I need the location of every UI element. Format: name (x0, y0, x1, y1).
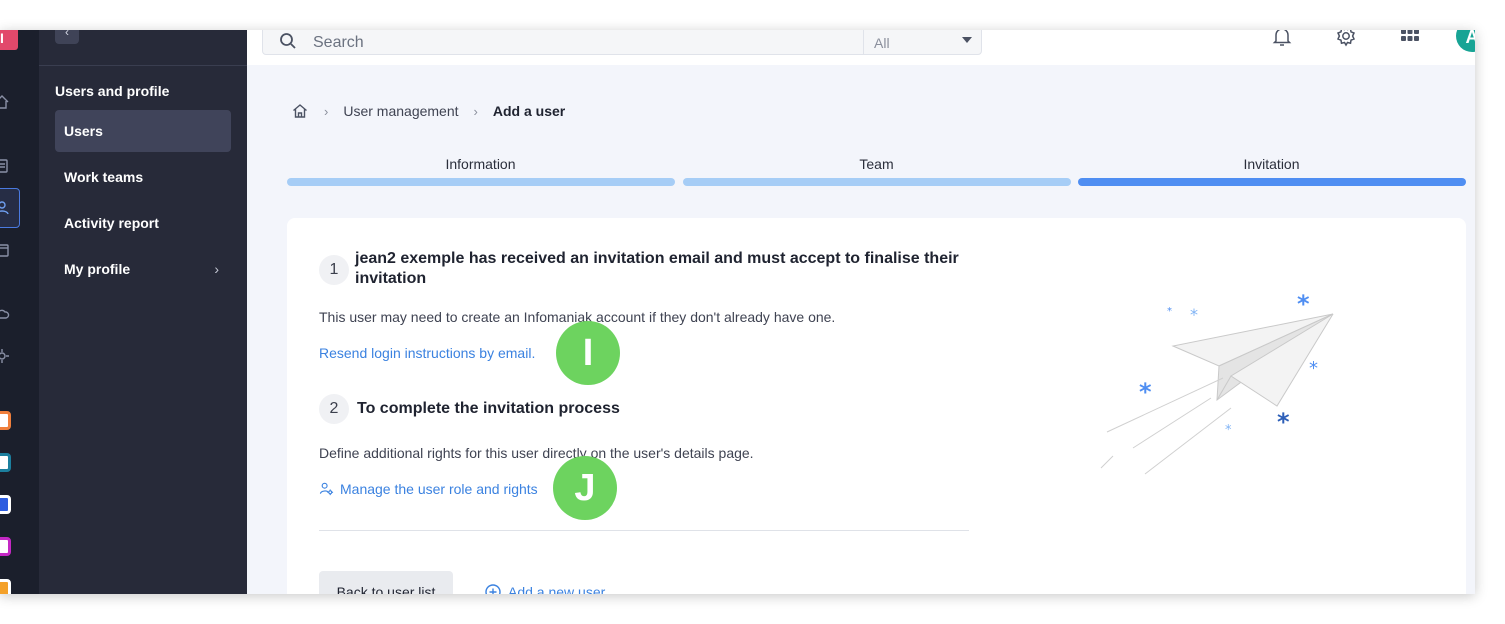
app-icon-teal[interactable] (0, 453, 11, 472)
top-header: Search All A (247, 30, 1475, 65)
bell-icon[interactable] (1270, 30, 1294, 48)
tools-icon[interactable] (0, 348, 10, 364)
step-number-2: 2 (319, 394, 349, 424)
step-progress-team (683, 178, 1071, 186)
svg-text:*: * (1297, 290, 1310, 318)
app-icon-orange[interactable] (0, 411, 11, 430)
home-icon[interactable] (291, 102, 309, 120)
back-to-user-list-button[interactable]: Back to user list (319, 571, 453, 594)
caret-down-icon (962, 37, 972, 43)
step2-title: To complete the invitation process (357, 400, 620, 417)
resend-instructions-link[interactable]: Resend login instructions by email. (319, 345, 535, 361)
svg-text:*: * (1167, 306, 1172, 317)
svg-text:*: * (1225, 423, 1232, 438)
add-new-user-label: Add a new user (508, 584, 606, 594)
calendar-icon[interactable] (0, 242, 10, 258)
sidebar-item-label: My profile (64, 261, 131, 277)
step-progress-invitation (1078, 178, 1466, 186)
svg-text:*: * (1139, 378, 1152, 406)
brand-logo[interactable]: I (0, 30, 18, 50)
annotation-badge-j: J (553, 456, 617, 520)
manage-role-rights-label: Manage the user role and rights (340, 481, 538, 497)
step-invitation: Invitation (1243, 156, 1300, 172)
step1-title-line1: jean2 exemple has received an invitation… (355, 250, 959, 267)
breadcrumb: › User management › Add a user (291, 101, 565, 121)
card-divider (319, 530, 969, 531)
search-input[interactable]: Search (313, 34, 364, 52)
breadcrumb-separator: › (324, 103, 329, 119)
breadcrumb-user-management[interactable]: User management (343, 103, 458, 119)
sidebar-item-work-teams[interactable]: Work teams (55, 156, 231, 198)
home-icon[interactable] (0, 94, 10, 110)
user-avatar[interactable]: A (1456, 30, 1475, 52)
chevron-right-icon: › (214, 261, 219, 277)
collapse-sidebar-button[interactable]: ‹ (55, 30, 79, 44)
cloud-icon[interactable] (0, 306, 10, 322)
step1-title-line2: invitation (355, 270, 427, 287)
sidebar-item-users[interactable]: Users (55, 110, 231, 152)
breadcrumb-separator: › (473, 103, 478, 119)
annotation-badge-i: I (556, 321, 620, 385)
document-icon[interactable] (0, 158, 10, 174)
search-scope-select[interactable]: All (863, 30, 982, 54)
add-new-user-link[interactable]: Add a new user (484, 583, 605, 594)
user-settings-icon (319, 481, 334, 496)
manage-role-rights-link[interactable]: Manage the user role and rights (319, 481, 538, 497)
apps-grid-icon[interactable] (1398, 30, 1422, 48)
sidebar-item-label: Users (64, 123, 103, 139)
sidebar-item-activity-report[interactable]: Activity report (55, 202, 231, 244)
svg-text:*: * (1309, 358, 1318, 379)
search-icon (279, 32, 297, 50)
paper-plane-illustration: * * * * * * * (1097, 288, 1347, 478)
sidebar-item-label: Work teams (64, 169, 144, 185)
step-progress-information (287, 178, 675, 186)
step-number-1: 1 (319, 255, 349, 285)
app-rail: I (0, 30, 39, 594)
search-bar[interactable]: Search All (262, 30, 982, 55)
search-scope-value: All (874, 35, 890, 51)
breadcrumb-current: Add a user (492, 103, 566, 119)
app-window: I ‹ Users and profile Users Work teams A… (0, 30, 1475, 594)
step2-description: Define additional rights for this user d… (319, 445, 754, 461)
svg-text:*: * (1277, 408, 1290, 436)
svg-text:*: * (1190, 305, 1198, 324)
users-icon[interactable] (0, 200, 10, 216)
app-icon-blue[interactable] (0, 495, 11, 514)
plus-circle-icon (484, 583, 502, 594)
invitation-card: 1 jean2 exemple has received an invitati… (287, 218, 1466, 594)
sidebar-item-my-profile[interactable]: My profile › (55, 248, 231, 290)
app-icon-purple[interactable] (0, 537, 11, 556)
sidebar: ‹ Users and profile Users Work teams Act… (39, 30, 247, 594)
sidebar-heading: Users and profile (55, 83, 170, 99)
app-icon-yellow[interactable] (0, 579, 11, 594)
step-team: Team (859, 156, 894, 172)
settings-icon[interactable] (1334, 30, 1358, 48)
step-information: Information (445, 156, 516, 172)
sidebar-divider (39, 65, 247, 66)
sidebar-item-label: Activity report (64, 215, 159, 231)
